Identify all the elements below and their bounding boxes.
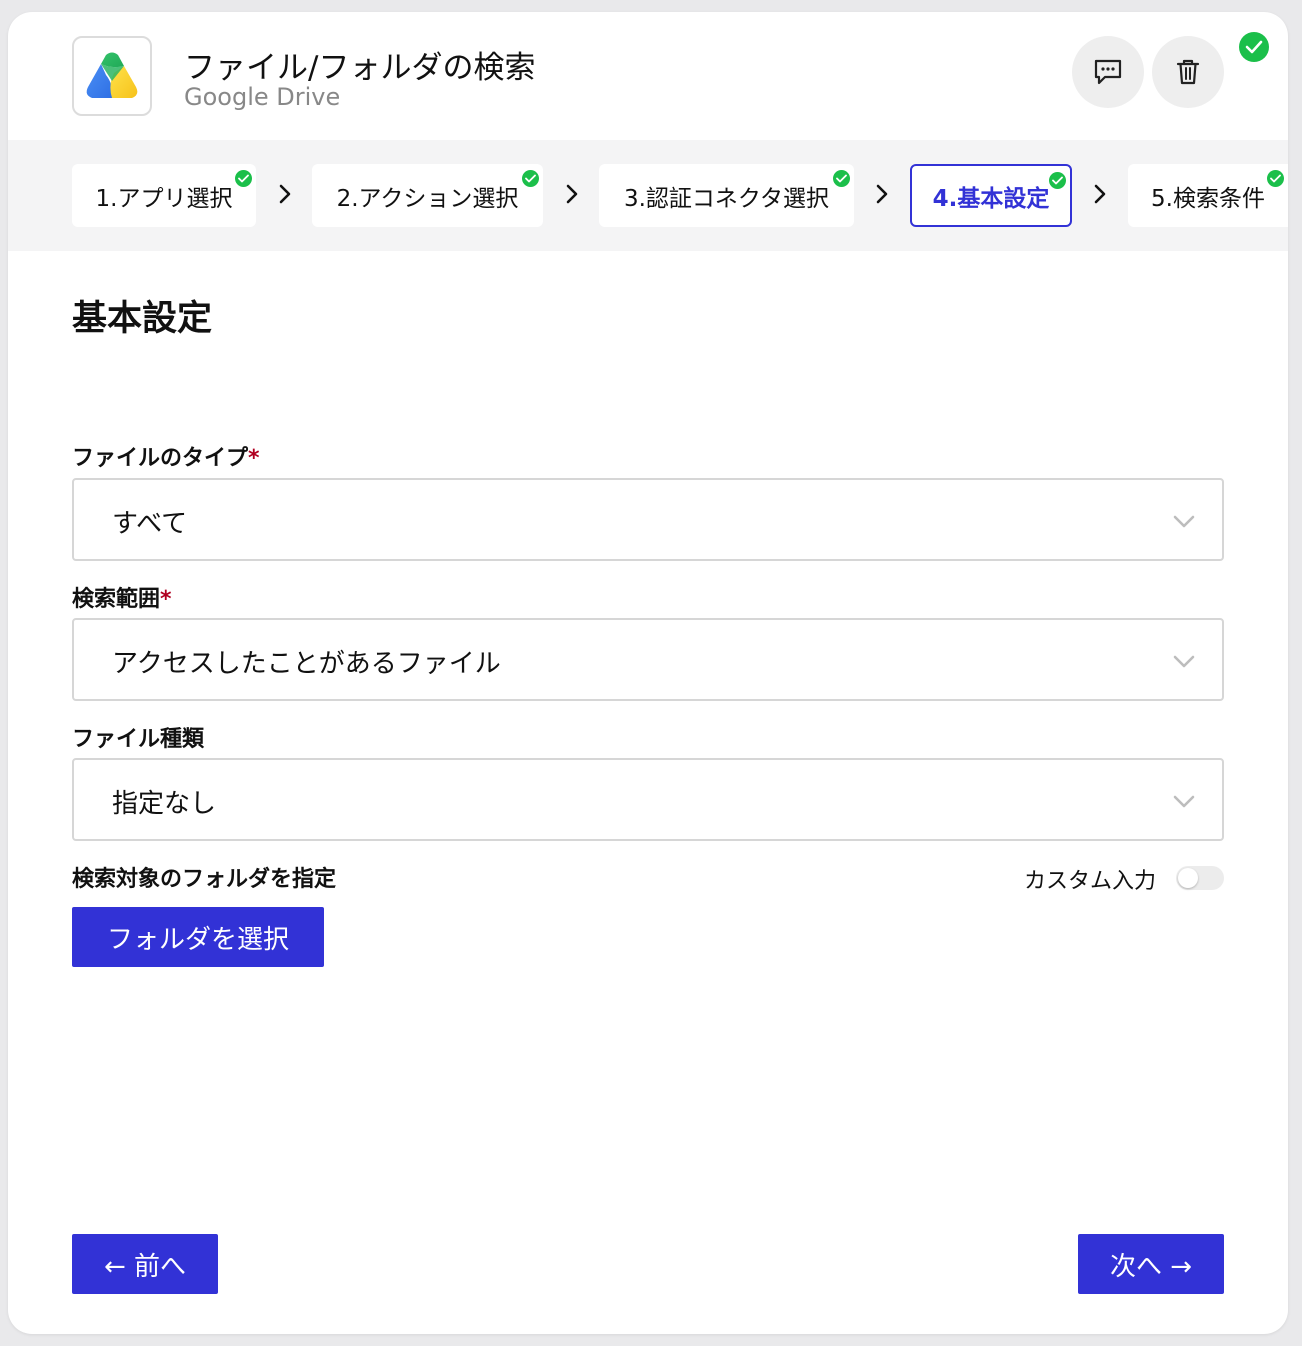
search-scope-label: 検索範囲* xyxy=(72,581,172,613)
step-connector-select[interactable]: 3.認証コネクタ選択 xyxy=(599,164,854,227)
search-scope-label-text: 検索範囲 xyxy=(72,587,161,612)
status-check-icon xyxy=(1239,32,1269,62)
file-type-label: ファイルのタイプ* xyxy=(72,440,260,472)
comment-icon xyxy=(1094,59,1122,85)
custom-input-toggle[interactable] xyxy=(1176,866,1224,890)
check-icon xyxy=(833,170,850,187)
search-scope-select[interactable]: アクセスしたことがあるファイル xyxy=(72,618,1224,701)
check-icon xyxy=(1049,172,1066,189)
file-type-select[interactable]: すべて xyxy=(72,478,1224,561)
prev-button[interactable]: ← 前へ xyxy=(72,1234,218,1294)
step-label: 3.認証コネクタ選択 xyxy=(623,185,830,212)
step-label: 2.アクション選択 xyxy=(336,185,519,212)
step-label: 1.アプリ選択 xyxy=(95,185,233,212)
delete-button[interactable] xyxy=(1152,36,1224,108)
next-button[interactable]: 次へ → xyxy=(1078,1234,1224,1294)
step-search-conditions[interactable]: 5.検索条件 xyxy=(1128,164,1288,227)
section-title: 基本設定 xyxy=(72,299,213,339)
step-action-select[interactable]: 2.アクション選択 xyxy=(312,164,543,227)
check-icon xyxy=(235,170,252,187)
chevron-down-icon xyxy=(1173,655,1195,668)
trash-icon xyxy=(1176,59,1200,85)
required-mark: * xyxy=(248,446,260,471)
step-app-select[interactable]: 1.アプリ選択 xyxy=(72,164,256,227)
file-kind-select[interactable]: 指定なし xyxy=(72,758,1224,841)
chevron-right-icon xyxy=(1094,184,1106,204)
custom-input-label: カスタム入力 xyxy=(1024,869,1157,894)
toggle-knob xyxy=(1178,868,1198,888)
file-type-value: すべて xyxy=(112,509,188,539)
action-settings-panel: ファイル/フォルダの検索 Google Drive 1.アプリ選択 2.アクショ… xyxy=(8,12,1288,1334)
chevron-down-icon xyxy=(1173,515,1195,528)
required-mark: * xyxy=(160,587,172,612)
panel-header: ファイル/フォルダの検索 Google Drive xyxy=(8,12,1288,140)
select-folder-button[interactable]: フォルダを選択 xyxy=(72,907,324,967)
step-basic-settings[interactable]: 4.基本設定 xyxy=(910,164,1072,227)
search-scope-value: アクセスしたことがあるファイル xyxy=(112,649,501,679)
chevron-down-icon xyxy=(1173,795,1195,808)
chevron-right-icon xyxy=(876,184,888,204)
app-name: Google Drive xyxy=(184,83,341,111)
check-icon xyxy=(522,170,539,187)
file-kind-value: 指定なし xyxy=(112,789,217,819)
target-folder-label: 検索対象のフォルダを指定 xyxy=(72,867,337,892)
chevron-right-icon xyxy=(279,184,291,204)
step-label: 5.検索条件 xyxy=(1151,185,1265,212)
google-drive-icon xyxy=(72,36,152,116)
check-icon xyxy=(1267,170,1284,187)
comment-button[interactable] xyxy=(1072,36,1144,108)
step-navigation: 1.アプリ選択 2.アクション選択 3.認証コネクタ選択 4.基本設定 5.検索… xyxy=(8,140,1288,251)
file-type-label-text: ファイルのタイプ xyxy=(72,446,249,471)
step-label: 4.基本設定 xyxy=(932,185,1050,212)
chevron-right-icon xyxy=(566,184,578,204)
file-kind-label: ファイル種類 xyxy=(72,727,205,752)
page-title: ファイル/フォルダの検索 xyxy=(184,50,536,86)
